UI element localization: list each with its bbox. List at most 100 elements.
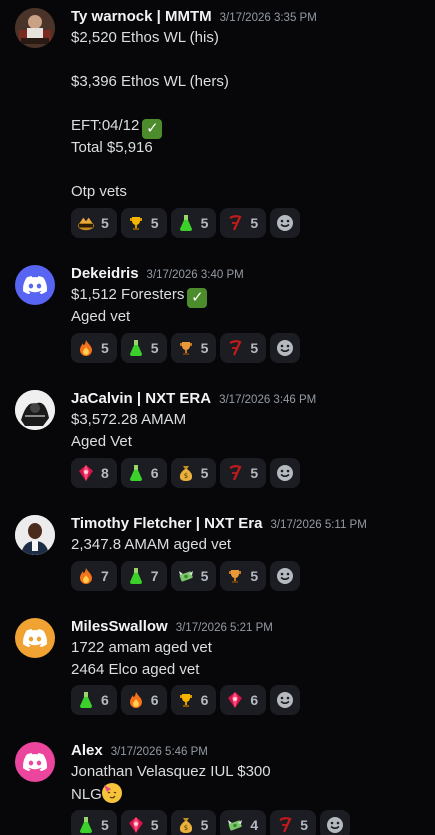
- message-text: NLG: [71, 786, 102, 803]
- green-potion-emoji-icon: [77, 816, 95, 834]
- reaction[interactable]: 5: [71, 810, 117, 835]
- message-line: EFT:04/12 ✓: [71, 115, 431, 139]
- partying-face-icon: [101, 783, 122, 803]
- reaction[interactable]: 5: [120, 208, 167, 238]
- smiley-icon: [277, 465, 294, 481]
- reactions-bar: 7 7 5 5: [71, 561, 301, 591]
- reaction[interactable]: $5: [170, 810, 217, 835]
- message-line: Otp vets: [71, 183, 127, 200]
- reaction[interactable]: $5: [170, 458, 217, 488]
- reaction-count: 5: [150, 340, 159, 356]
- reaction[interactable]: 5: [71, 208, 117, 238]
- reaction-count: 5: [101, 817, 109, 833]
- reaction[interactable]: 8: [71, 458, 117, 488]
- fire-emoji-icon: [127, 691, 145, 709]
- username[interactable]: Ty warnock | MMTM: [71, 8, 212, 25]
- reaction[interactable]: 4: [220, 810, 267, 835]
- reaction-count: 5: [200, 340, 209, 356]
- reaction-count: 6: [150, 692, 159, 708]
- reactions-bar: 8 6 $5 5: [71, 458, 301, 488]
- reactions-bar: 5 5 $5 4 5: [71, 810, 350, 835]
- message-line: $3,572.28 AMAM: [71, 411, 187, 428]
- reaction-count: 7: [150, 568, 159, 584]
- avatar[interactable]: [15, 618, 55, 658]
- timestamp: 3/17/2026 3:40 PM: [146, 269, 244, 281]
- username[interactable]: Dekeidris: [71, 265, 139, 282]
- username[interactable]: Timothy Fletcher | NXT Era: [71, 515, 262, 532]
- message-line: NLG: [71, 783, 431, 805]
- avatar[interactable]: [15, 265, 55, 305]
- message-text: EFT:04/12: [71, 117, 140, 134]
- reactions-bar: 5 5 5 5: [71, 333, 301, 363]
- reactions-bar: 5 5 5 5: [71, 208, 301, 238]
- reaction[interactable]: 5: [220, 458, 267, 488]
- trophy-emoji-icon: [127, 214, 145, 232]
- smiley-icon: [277, 692, 294, 708]
- reaction[interactable]: 5: [220, 208, 267, 238]
- avatar[interactable]: [15, 742, 55, 782]
- reaction-count: 5: [200, 568, 209, 584]
- message-line: 2,347.8 AMAM aged vet: [71, 536, 232, 553]
- svg-text:$: $: [183, 472, 187, 480]
- reaction[interactable]: 5: [170, 561, 217, 591]
- message-line: 2464 Elco aged vet: [71, 661, 200, 678]
- reaction[interactable]: 7: [71, 561, 117, 591]
- reaction-count: 5: [101, 215, 109, 231]
- add-reaction-button[interactable]: [270, 561, 301, 591]
- add-reaction-button[interactable]: [270, 208, 301, 238]
- reaction[interactable]: 5: [120, 333, 167, 363]
- avatar[interactable]: [15, 390, 55, 430]
- reaction-count: 5: [250, 215, 259, 231]
- timestamp: 3/17/2026 5:46 PM: [110, 746, 208, 758]
- fire-emoji-icon: [77, 567, 95, 585]
- reaction[interactable]: 6: [71, 685, 117, 715]
- check-mark-icon: ✓: [187, 288, 208, 308]
- add-reaction-button[interactable]: [270, 333, 301, 363]
- reaction[interactable]: 7: [120, 561, 167, 591]
- svg-text:$: $: [183, 824, 187, 832]
- username[interactable]: Alex: [71, 742, 103, 759]
- username[interactable]: MilesSwallow: [71, 618, 168, 635]
- message-text: $1,512 Foresters: [71, 286, 185, 303]
- timestamp: 3/17/2026 3:35 PM: [219, 12, 317, 24]
- add-reaction-button[interactable]: [270, 458, 301, 488]
- reaction[interactable]: 6: [120, 458, 167, 488]
- smiley-icon: [277, 568, 294, 584]
- add-reaction-button[interactable]: [270, 685, 301, 715]
- timestamp: 3/17/2026 5:21 PM: [175, 622, 273, 634]
- avatar[interactable]: [15, 8, 55, 48]
- add-reaction-button[interactable]: [319, 810, 350, 835]
- green-potion-emoji-icon: [127, 339, 145, 357]
- red-script-emoji-icon: [226, 214, 244, 232]
- reaction-count: 5: [200, 465, 209, 481]
- reaction[interactable]: 5: [270, 810, 316, 835]
- username[interactable]: JaCalvin | NXT ERA: [71, 390, 211, 407]
- reaction[interactable]: 5: [170, 333, 217, 363]
- red-script-emoji-icon: [226, 464, 244, 482]
- avatar[interactable]: [15, 515, 55, 555]
- reaction[interactable]: 6: [170, 685, 217, 715]
- reaction[interactable]: 5: [170, 208, 217, 238]
- reaction[interactable]: 6: [120, 685, 167, 715]
- reaction[interactable]: 5: [120, 810, 167, 835]
- discord-logo-icon: [23, 753, 47, 771]
- red-script-emoji-icon: [276, 816, 294, 834]
- reaction-count: 6: [200, 692, 209, 708]
- reaction[interactable]: 5: [220, 561, 267, 591]
- message-line: Aged vet: [71, 308, 131, 325]
- message-line: $3,396 Ethos WL (hers): [71, 73, 229, 90]
- fire-emoji-icon: [77, 339, 95, 357]
- red-gem-emoji-icon: [226, 691, 244, 709]
- message-line: $2,520 Ethos WL (his): [71, 29, 219, 46]
- reaction-count: 6: [101, 692, 109, 708]
- reaction-count: 6: [150, 465, 159, 481]
- green-potion-emoji-icon: [127, 567, 145, 585]
- reaction-count: 5: [200, 215, 209, 231]
- check-mark-icon: ✓: [142, 119, 163, 139]
- reaction[interactable]: 5: [71, 333, 117, 363]
- message-line: Aged Vet: [71, 433, 132, 450]
- reaction[interactable]: 5: [220, 333, 267, 363]
- reaction-count: 5: [300, 817, 308, 833]
- reaction-count: 5: [150, 215, 159, 231]
- reaction[interactable]: 6: [220, 685, 267, 715]
